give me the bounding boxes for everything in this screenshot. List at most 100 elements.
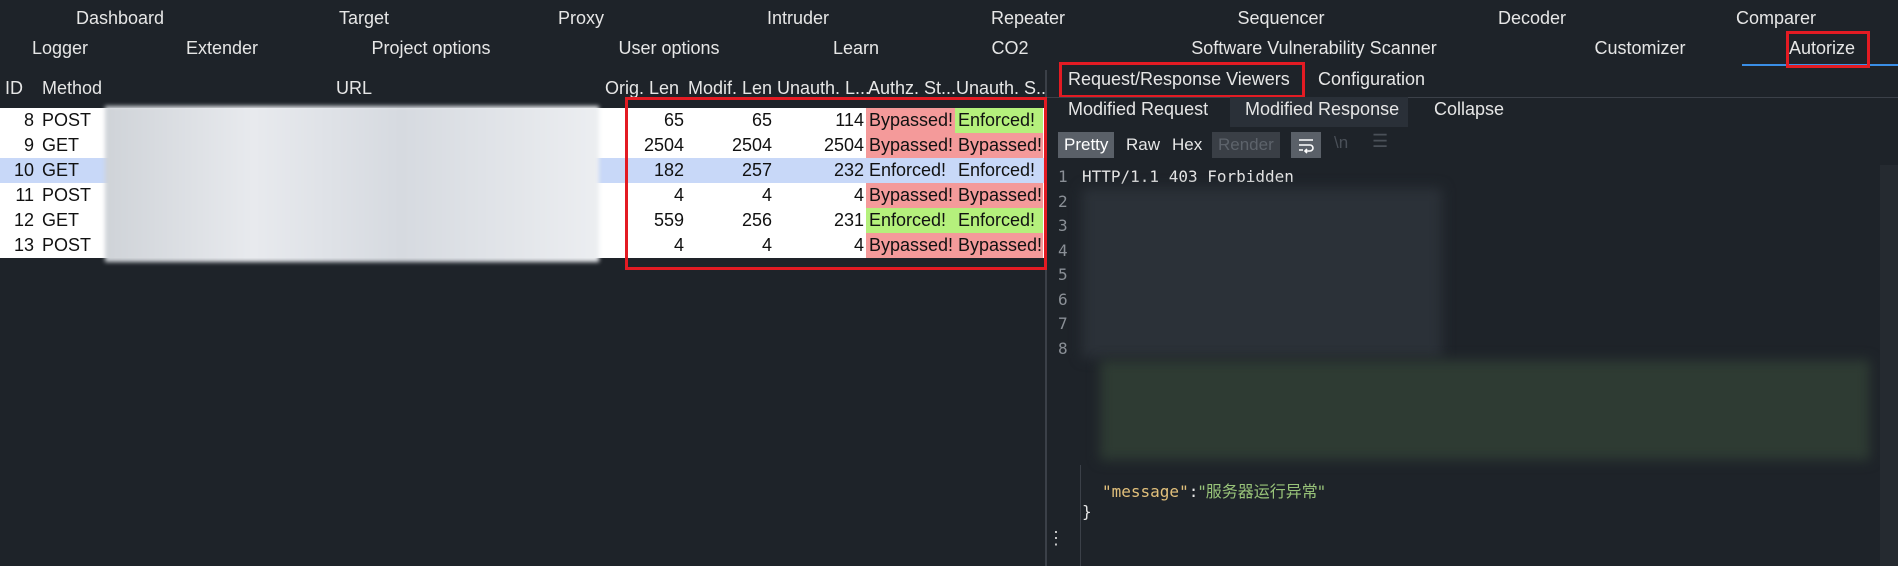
main-tab-row-2: Logger Extender Project options User opt… — [0, 34, 1898, 64]
editor-scrollbar[interactable] — [1880, 165, 1898, 566]
tab-comparer[interactable]: Comparer — [1736, 8, 1816, 29]
line-number: 6 — [1058, 289, 1068, 309]
cell-unauth-len: 114 — [835, 110, 864, 130]
line-number: 7 — [1058, 314, 1068, 333]
cell-unauth-status: Enforced! — [955, 208, 1043, 233]
line-number: 1 — [1058, 167, 1068, 186]
tab-dashboard[interactable]: Dashboard — [76, 8, 164, 29]
tab-learn[interactable]: Learn — [833, 38, 879, 59]
tab-software-vulnerability-scanner[interactable]: Software Vulnerability Scanner — [1191, 38, 1436, 59]
subtab-modified-request[interactable]: Modified Request — [1068, 99, 1208, 120]
cell-id: 12 — [13, 210, 34, 230]
render-button[interactable]: Render — [1212, 132, 1280, 158]
redacted-headers — [1082, 188, 1442, 358]
indent-guide — [1080, 465, 1081, 566]
cell-orig-len: 559 — [653, 210, 684, 230]
cell-unauth-status: Enforced! — [955, 108, 1043, 133]
tab-customizer[interactable]: Customizer — [1594, 38, 1685, 59]
cell-orig-len: 2504 — [643, 135, 684, 155]
pretty-button[interactable]: Pretty — [1058, 132, 1115, 158]
col-header-unauth-len[interactable]: Unauth. L... — [777, 78, 870, 99]
col-header-authz-status[interactable]: Authz. St... — [868, 78, 956, 99]
cell-unauth-status: Bypassed! — [955, 133, 1043, 158]
cell-modif-len: 257 — [741, 160, 772, 180]
cell-unauth-len: 231 — [833, 210, 864, 230]
cell-unauth-status: Bypassed! — [955, 233, 1043, 258]
main-tab-row-1: Dashboard Target Proxy Intruder Repeater… — [0, 4, 1898, 34]
tab-repeater[interactable]: Repeater — [991, 8, 1065, 29]
line-number: 8 — [1058, 338, 1068, 358]
col-header-modif-len[interactable]: Modif. Len — [688, 78, 772, 99]
hex-button[interactable]: Hex — [1166, 132, 1208, 158]
json-value: "服务器运行异常" — [1198, 482, 1326, 501]
cell-method: POST — [42, 185, 92, 205]
url-column-redacted — [105, 106, 599, 262]
subtab-separator — [1047, 97, 1898, 98]
tab-logger[interactable]: Logger — [32, 38, 88, 59]
menu-icon[interactable]: ☰ — [1372, 131, 1388, 152]
cell-unauth-status: Enforced! — [958, 160, 1036, 180]
cell-unauth-len: 4 — [853, 185, 864, 205]
cell-id: 13 — [13, 235, 34, 255]
json-message-line: "message":"服务器运行异常" — [1102, 478, 1325, 502]
line-number: 3 — [1058, 216, 1068, 235]
line-number: 4 — [1058, 240, 1068, 260]
drag-handle-icon[interactable]: ⋮ — [1047, 528, 1065, 549]
tab-co2[interactable]: CO2 — [991, 38, 1028, 59]
col-header-method[interactable]: Method — [42, 78, 102, 99]
cell-modif-len: 256 — [741, 210, 772, 230]
tab-extender[interactable]: Extender — [186, 38, 258, 59]
line-number: 5 — [1058, 265, 1068, 284]
tab-target[interactable]: Target — [339, 8, 389, 29]
cell-method: POST — [42, 110, 92, 130]
tab-decoder[interactable]: Decoder — [1498, 8, 1566, 29]
tab-configuration[interactable]: Configuration — [1318, 69, 1425, 90]
cell-orig-len: 4 — [673, 235, 684, 255]
cell-method: GET — [42, 135, 80, 155]
cell-method: POST — [42, 235, 92, 255]
json-colon: : — [1188, 482, 1199, 501]
newline-icon[interactable]: \n — [1334, 133, 1348, 153]
redacted-body — [1100, 360, 1870, 460]
json-closing-brace: } — [1082, 502, 1092, 521]
cell-id: 9 — [23, 135, 34, 155]
tab-request-response-viewers[interactable]: Request/Response Viewers — [1068, 69, 1290, 90]
status-line: HTTP/1.1 403 Forbidden — [1082, 167, 1294, 186]
tab-project-options[interactable]: Project options — [371, 38, 490, 59]
cell-authz-status: Enforced! — [866, 208, 955, 233]
tab-sequencer[interactable]: Sequencer — [1237, 8, 1324, 29]
cell-unauth-len: 232 — [833, 160, 864, 180]
cell-id: 10 — [13, 160, 34, 180]
cell-authz-status: Bypassed! — [866, 183, 955, 208]
cell-orig-len: 4 — [673, 185, 684, 205]
cell-authz-status: Bypassed! — [866, 233, 955, 258]
col-header-id[interactable]: ID — [5, 78, 23, 99]
cell-modif-len: 2504 — [731, 135, 772, 155]
tab-intruder[interactable]: Intruder — [767, 8, 829, 29]
col-header-url[interactable]: URL — [336, 78, 372, 99]
wrap-lines-icon[interactable] — [1291, 132, 1321, 158]
tab-autorize[interactable]: Autorize — [1789, 38, 1855, 59]
line-number: 2 — [1058, 191, 1068, 211]
cell-unauth-len: 2504 — [823, 135, 864, 155]
cell-method: GET — [42, 210, 80, 230]
cell-modif-len: 4 — [761, 185, 772, 205]
cell-id: 8 — [23, 110, 34, 130]
cell-id: 11 — [15, 185, 34, 205]
cell-modif-len: 4 — [761, 235, 772, 255]
cell-modif-len: 65 — [751, 110, 772, 130]
cell-method: GET — [42, 160, 80, 180]
cell-orig-len: 182 — [653, 160, 684, 180]
subtab-modified-response[interactable]: Modified Response — [1245, 99, 1399, 120]
raw-button[interactable]: Raw — [1120, 132, 1166, 158]
tab-proxy[interactable]: Proxy — [558, 8, 604, 29]
col-header-unauth-status[interactable]: Unauth. S... — [956, 78, 1051, 99]
col-header-orig-len[interactable]: Orig. Len — [605, 78, 679, 99]
subtab-collapse[interactable]: Collapse — [1434, 99, 1504, 120]
tab-user-options[interactable]: User options — [618, 38, 719, 59]
cell-unauth-len: 4 — [853, 235, 864, 255]
cell-orig-len: 65 — [663, 110, 684, 130]
json-key: "message" — [1102, 482, 1189, 501]
cell-authz-status: Bypassed! — [866, 108, 955, 133]
cell-unauth-status: Bypassed! — [955, 183, 1043, 208]
